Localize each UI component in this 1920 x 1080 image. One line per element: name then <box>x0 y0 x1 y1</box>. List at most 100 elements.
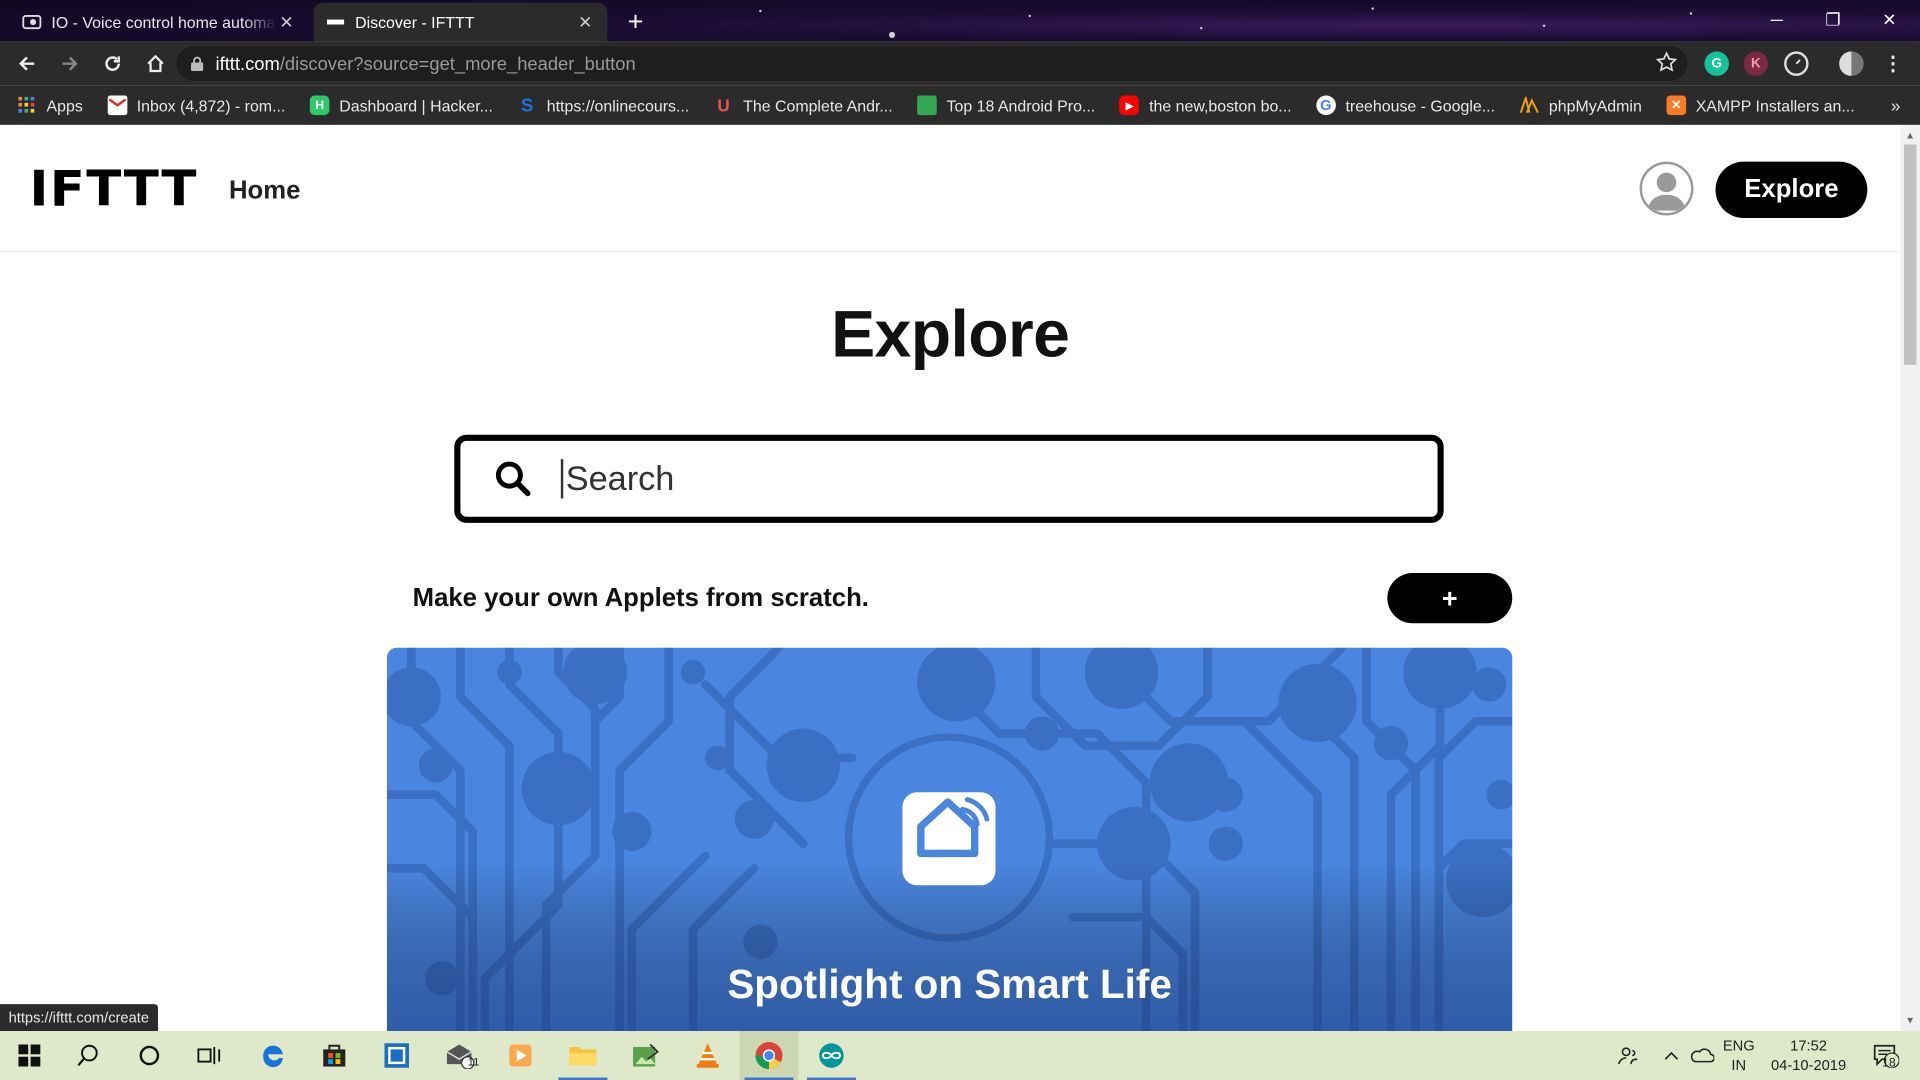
onedrive-cloud-icon[interactable] <box>1687 1031 1716 1080</box>
chrome-menu-icon[interactable]: ⋮ <box>1881 51 1905 75</box>
bookmark-xampp[interactable]: ✕ XAMPP Installers an... <box>1666 95 1855 116</box>
ifttt-page: IFTTT Home Explore Explore Make your own… <box>0 124 1901 1032</box>
scrollbar-thumb[interactable] <box>1904 144 1917 365</box>
close-window-icon[interactable]: ✕ <box>1861 0 1917 39</box>
address-bar[interactable]: ifttt.com/discover?source=get_more_heade… <box>176 46 1688 81</box>
more-bookmarks-chevron-icon[interactable]: » <box>1891 96 1901 116</box>
search-input[interactable] <box>560 459 1394 499</box>
vlc-icon[interactable] <box>678 1031 737 1080</box>
book-icon <box>917 95 937 116</box>
bookmark-label: Dashboard | Hacker... <box>339 96 493 115</box>
lock-icon[interactable] <box>191 56 204 72</box>
explore-button[interactable]: Explore <box>1715 161 1868 218</box>
microsoft-store-icon[interactable] <box>305 1031 364 1080</box>
home-nav-link[interactable]: Home <box>229 176 300 205</box>
system-clock[interactable]: 17:52 04-10-2019 <box>1763 1031 1854 1080</box>
region-code: IN <box>1731 1056 1747 1074</box>
tab-close-icon[interactable]: ✕ <box>277 12 297 33</box>
bookmark-star-icon[interactable] <box>1655 51 1678 79</box>
scroll-up-arrow-icon[interactable]: ▲ <box>1905 130 1915 141</box>
bookmark-label: Apps <box>46 96 83 115</box>
restore-icon[interactable]: ❐ <box>1805 0 1861 39</box>
windows-start-icon[interactable] <box>0 1031 59 1080</box>
bookmark-inbox[interactable]: Inbox (4,872) - rom... <box>107 95 286 116</box>
task-view-icon[interactable] <box>180 1031 239 1080</box>
home-icon[interactable] <box>137 45 174 82</box>
back-arrow-icon[interactable] <box>9 45 46 82</box>
link-status-bubble: https://ifttt.com/create <box>0 1004 158 1032</box>
browser-toolbar: ifttt.com/discover?source=get_more_heade… <box>0 41 1920 86</box>
k-extension-icon[interactable]: K <box>1743 51 1769 76</box>
arduino-ide-icon[interactable] <box>802 1031 861 1080</box>
hackerrank-icon: H <box>309 95 330 116</box>
language-code: ENG <box>1722 1037 1755 1055</box>
bookmark-label: XAMPP Installers an... <box>1695 96 1855 115</box>
create-applet-button[interactable]: + <box>1387 573 1513 624</box>
browser-tab-strip: IO - Voice control home automat ✕ Discov… <box>0 0 1920 42</box>
phpmyadmin-icon <box>1519 96 1540 116</box>
bookmark-label: the new,boston bo... <box>1149 96 1292 115</box>
udemy-icon: U <box>717 95 730 116</box>
site-header: IFTTT Home Explore <box>0 125 1901 253</box>
mail-badge: 11 <box>467 1055 480 1068</box>
url-host: ifttt.com <box>215 53 280 75</box>
page-scrollbar[interactable]: ▲ ▼ <box>1900 124 1920 1032</box>
bookmark-label: phpMyAdmin <box>1548 96 1642 115</box>
bookmark-treehouse[interactable]: G treehouse - Google... <box>1316 95 1496 116</box>
tab-discover-ifttt[interactable]: Discover - IFTTT ✕ <box>313 2 608 42</box>
profile-avatar-icon[interactable] <box>1839 51 1864 76</box>
code-editor-icon[interactable] <box>367 1031 426 1080</box>
bookmark-label: The Complete Andr... <box>743 96 893 115</box>
clock-time: 17:52 <box>1790 1037 1827 1055</box>
clock-date: 04-10-2019 <box>1770 1056 1847 1074</box>
google-icon: G <box>1316 95 1336 116</box>
smart-home-icon <box>902 792 996 886</box>
bookmarks-bar: Apps Inbox (4,872) - rom... H Dashboard … <box>0 85 1920 125</box>
speed-dial-extension-icon[interactable] <box>1784 51 1809 76</box>
search-icon[interactable] <box>59 1031 118 1080</box>
tab-title: IO - Voice control home automat <box>51 12 277 32</box>
tab-close-icon[interactable]: ✕ <box>576 12 596 33</box>
file-explorer-icon[interactable] <box>553 1031 612 1080</box>
show-hidden-icons-chevron-icon[interactable] <box>1658 1031 1685 1080</box>
bookmark-label: treehouse - Google... <box>1345 96 1496 115</box>
language-indicator[interactable]: ENG IN <box>1717 1031 1761 1080</box>
spotlight-title[interactable]: Spotlight on Smart Life <box>387 961 1512 1008</box>
page-title: Explore <box>831 297 1070 372</box>
edge-browser-icon[interactable] <box>244 1031 303 1080</box>
tab-io-voice-control[interactable]: IO - Voice control home automat ✕ <box>10 2 309 41</box>
gmail-icon <box>107 95 127 116</box>
cortana-icon[interactable] <box>120 1031 179 1080</box>
bookmark-hackerrank[interactable]: H Dashboard | Hacker... <box>309 95 493 116</box>
ifttt-logo[interactable]: IFTTT <box>29 162 197 218</box>
bookmark-phpmyadmin[interactable]: phpMyAdmin <box>1519 96 1642 116</box>
action-center-icon[interactable]: 18 <box>1861 1031 1910 1080</box>
bookmark-onlinecourses[interactable]: S https://onlinecours... <box>517 94 689 116</box>
youtube-icon: ▶ <box>1119 95 1140 116</box>
io-favicon-icon <box>22 12 42 32</box>
bookmark-complete-android[interactable]: U The Complete Andr... <box>714 95 893 116</box>
minimize-icon[interactable]: ─ <box>1749 0 1805 39</box>
bookmark-top-android[interactable]: Top 18 Android Pro... <box>917 95 1096 116</box>
bookmark-apps[interactable]: Apps <box>17 96 83 116</box>
photos-app-icon[interactable] <box>616 1031 675 1080</box>
bookmark-newboston[interactable]: ▶ the new,boston bo... <box>1119 95 1292 116</box>
bookmark-label: Inbox (4,872) - rom... <box>136 96 286 115</box>
s-icon: S <box>521 94 534 116</box>
grammarly-extension-icon[interactable]: G <box>1704 51 1729 76</box>
chrome-icon[interactable] <box>739 1031 799 1080</box>
reload-icon[interactable] <box>94 45 131 82</box>
search-box[interactable] <box>454 434 1444 523</box>
url-path: /discover?source=get_more_header_button <box>279 53 636 75</box>
spotlight-card[interactable]: Spotlight on Smart Life <box>386 647 1513 1032</box>
xampp-icon: ✕ <box>1666 95 1686 116</box>
user-avatar-icon[interactable] <box>1639 161 1694 216</box>
video-player-icon[interactable] <box>491 1031 550 1080</box>
forward-arrow-icon[interactable] <box>51 45 88 82</box>
mail-icon[interactable]: 11 <box>431 1031 490 1080</box>
new-tab-plus-icon[interactable]: + <box>620 6 652 38</box>
windows-taskbar: 11 ENG IN 17:52 04-10-2019 18 <box>0 1031 1920 1080</box>
people-icon[interactable] <box>1611 1031 1645 1080</box>
scroll-down-arrow-icon[interactable]: ▼ <box>1905 1015 1915 1026</box>
bookmark-label: Top 18 Android Pro... <box>946 96 1096 115</box>
